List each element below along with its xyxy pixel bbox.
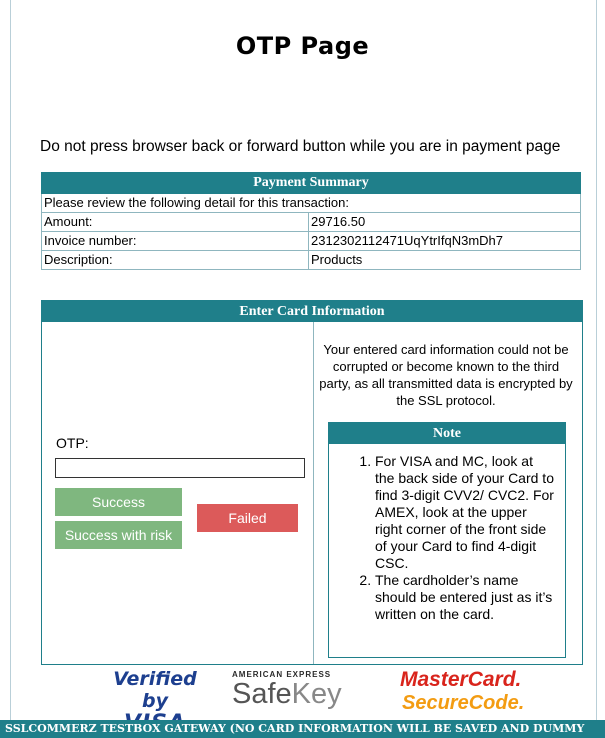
description-label: Description: — [41, 250, 309, 270]
note-item: The cardholder’s name should be entered … — [375, 572, 555, 623]
security-info-text: Your entered card information could not … — [319, 342, 573, 408]
amount-value: 29716.50 — [308, 212, 581, 232]
card-brand-logos: Verified by VISA AMERICAN EXPRESS SafeKe… — [0, 668, 605, 736]
invoice-label: Invoice number: — [41, 231, 309, 251]
table-row: Invoice number: 2312302112471UqYtrIfqN3m… — [41, 231, 581, 251]
note-header: Note — [329, 423, 565, 444]
otp-input[interactable] — [55, 458, 305, 478]
table-row: Description: Products — [41, 250, 581, 270]
mc-logo-line1: MasterCard. — [400, 668, 522, 691]
gateway-footer: SSLCOMMERZ TESTBOX GATEWAY (NO CARD INFO… — [0, 720, 605, 738]
success-button[interactable]: Success — [55, 488, 182, 516]
success-with-risk-button[interactable]: Success with risk — [55, 521, 182, 549]
note-list: For VISA and MC, look at the back side o… — [329, 444, 565, 623]
note-item: For VISA and MC, look at the back side o… — [375, 453, 555, 572]
visa-logo-line1: Verified by — [113, 668, 197, 712]
summary-intro: Please review the following detail for t… — [41, 193, 581, 213]
payment-summary-header: Payment Summary — [41, 172, 581, 194]
amex-logo-key: Key — [291, 678, 342, 710]
navigation-warning: Do not press browser back or forward but… — [40, 138, 561, 155]
amount-label: Amount: — [41, 212, 309, 232]
invoice-value: 2312302112471UqYtrIfqN3mDh7 — [308, 231, 581, 251]
card-information-panel: Enter Card Information OTP: Success Succ… — [41, 300, 583, 665]
failed-button[interactable]: Failed — [197, 504, 298, 532]
table-row: Amount: 29716.50 — [41, 212, 581, 232]
note-box: Note For VISA and MC, look at the back s… — [328, 422, 566, 658]
page-title: OTP Page — [235, 32, 370, 60]
amex-logo-safe: Safe — [232, 678, 292, 710]
description-value: Products — [308, 250, 581, 270]
payment-summary-table: Payment Summary Please review the follow… — [41, 172, 581, 270]
amex-logo-line2: SafeKey — [232, 679, 372, 709]
mc-logo-line2: SecureCode. — [402, 692, 525, 714]
panel-divider — [313, 322, 314, 664]
mastercard-securecode-logo: MasterCard. SecureCode. — [400, 668, 525, 714]
amex-safekey-logo: AMERICAN EXPRESS SafeKey — [232, 670, 372, 709]
card-information-header: Enter Card Information — [42, 301, 582, 322]
otp-label: OTP: — [56, 435, 89, 451]
